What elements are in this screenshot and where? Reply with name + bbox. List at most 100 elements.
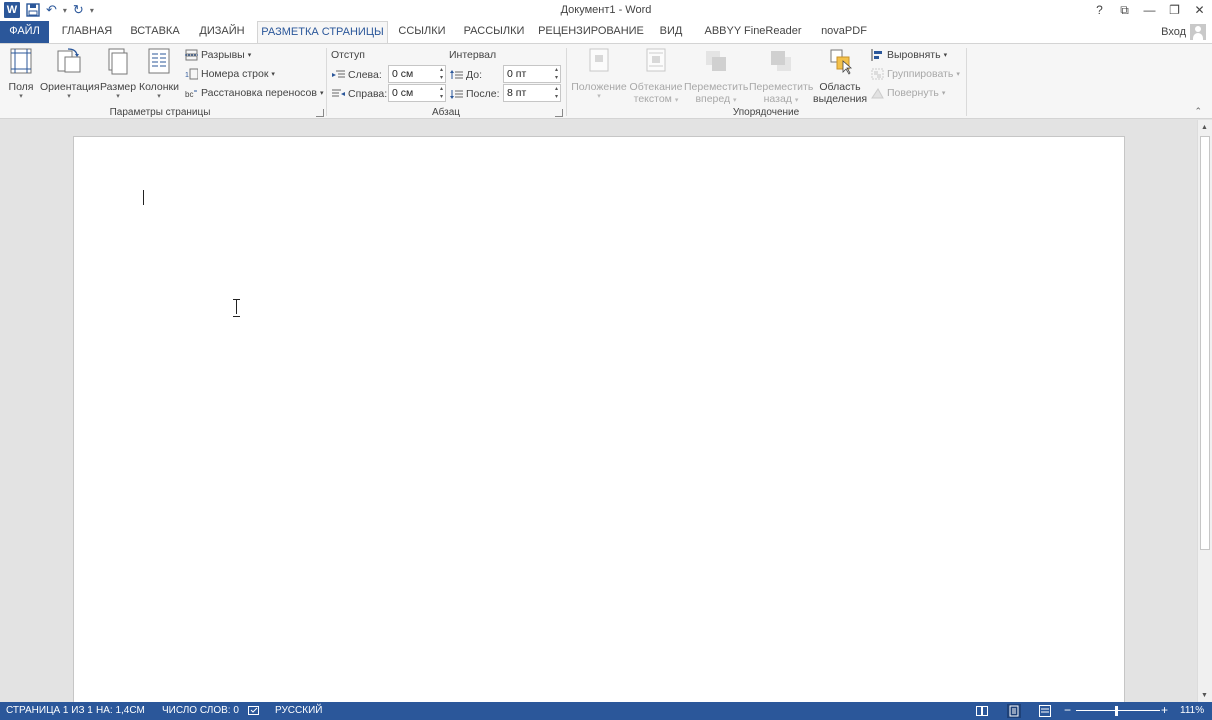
ibeam-cursor-icon xyxy=(232,299,242,317)
sign-in[interactable]: Вход xyxy=(1161,21,1206,43)
tab-insert[interactable]: ВСТАВКА xyxy=(125,21,185,43)
rotate-button[interactable]: Повернуть ▾ xyxy=(871,85,945,101)
tab-references[interactable]: ССЫЛКИ xyxy=(394,21,450,43)
line-numbers-label: Номера строк xyxy=(201,68,269,80)
indent-left-input[interactable]: 0 см ▴ ▾ xyxy=(388,65,446,83)
rotate-label: Повернуть xyxy=(887,87,939,99)
indent-right-value: 0 см xyxy=(392,87,414,99)
send-backward-label-1: Переместить xyxy=(749,81,814,93)
spacing-after-input[interactable]: 8 пт ▴ ▾ xyxy=(503,84,561,102)
zoom-in-button[interactable]: + xyxy=(1161,703,1168,717)
spacing-after-label-wrap: После: xyxy=(450,88,500,100)
tab-abbyy[interactable]: ABBYY FineReader 12 xyxy=(698,21,808,58)
ribbon-tabs: ФАЙЛ ГЛАВНАЯ ВСТАВКА ДИЗАЙН РАЗМЕТКА СТР… xyxy=(0,21,1212,58)
scrollbar-thumb[interactable] xyxy=(1200,136,1210,550)
help-button[interactable]: ? xyxy=(1087,0,1112,21)
document-workspace xyxy=(0,120,1197,716)
position-label: Положение xyxy=(571,81,627,93)
tab-file[interactable]: ФАЙЛ xyxy=(0,21,49,43)
send-backward-label-2: назад xyxy=(763,93,792,105)
spacing-before-input[interactable]: 0 пт ▴ ▾ xyxy=(503,65,561,83)
tab-page-layout[interactable]: РАЗМЕТКА СТРАНИЦЫ xyxy=(257,21,388,44)
send-backward-button[interactable]: Переместить назад ▾ xyxy=(749,47,813,105)
print-layout-icon[interactable] xyxy=(1007,704,1021,718)
selection-pane-button[interactable]: Область выделения xyxy=(813,47,867,105)
spinner-arrows-icon[interactable]: ▴ ▾ xyxy=(555,85,558,101)
position-button[interactable]: Положение ▾ xyxy=(570,47,628,101)
orientation-dropdown-icon: ▾ xyxy=(67,93,71,100)
orientation-icon xyxy=(57,48,81,73)
document-page[interactable] xyxy=(73,136,1125,716)
scroll-down-icon[interactable]: ▼ xyxy=(1201,692,1208,699)
svg-text:bc: bc xyxy=(185,90,193,99)
position-dropdown-icon: ▾ xyxy=(597,93,601,100)
page-count-status[interactable]: СТРАНИЦА 1 ИЗ 1 xyxy=(6,705,93,716)
collapse-ribbon-icon[interactable]: ⌃ xyxy=(1194,106,1202,117)
indent-heading: Отступ xyxy=(331,49,365,61)
group-label: Группировать xyxy=(887,68,954,80)
ribbon-display-options-button[interactable]: ⧉ xyxy=(1112,0,1137,21)
orientation-label: Ориентация xyxy=(40,81,100,93)
sign-in-label[interactable]: Вход xyxy=(1161,26,1186,38)
spinner-arrows-icon[interactable]: ▴ ▾ xyxy=(440,66,443,82)
zoom-slider[interactable] xyxy=(1076,710,1160,711)
tab-review[interactable]: РЕЦЕНЗИРОВАНИЕ xyxy=(537,21,645,43)
word-count-status[interactable]: ЧИСЛО СЛОВ: 0 xyxy=(162,705,239,716)
language-status[interactable]: РУССКИЙ xyxy=(275,705,322,716)
indent-right-label-wrap: Справа: xyxy=(332,88,387,100)
columns-button[interactable]: Колонки ▾ xyxy=(138,47,180,101)
align-button[interactable]: Выровнять ▾ xyxy=(871,47,947,63)
read-mode-icon[interactable] xyxy=(976,705,988,717)
page-setup-dialog-launcher-icon[interactable] xyxy=(316,109,324,117)
columns-dropdown-icon: ▾ xyxy=(157,93,161,100)
align-label: Выровнять xyxy=(887,49,941,61)
close-button[interactable]: ✕ xyxy=(1187,0,1212,21)
line-numbers-button[interactable]: 1 Номера строк ▾ xyxy=(185,66,275,82)
avatar[interactable] xyxy=(1190,24,1206,40)
orientation-button[interactable]: Ориентация ▾ xyxy=(40,47,100,101)
document-title: Документ1 - Word xyxy=(560,4,652,16)
group-divider xyxy=(326,48,327,116)
columns-label: Колонки xyxy=(138,81,180,93)
wrap-text-button[interactable]: Обтекание текстом ▾ xyxy=(629,47,683,105)
breaks-dropdown-icon: ▾ xyxy=(247,52,252,59)
tab-mailings[interactable]: РАССЫЛКИ xyxy=(458,21,530,43)
indent-left-value: 0 см xyxy=(392,68,414,80)
cursor-position-status[interactable]: НА: 1,4СМ xyxy=(96,705,145,716)
tab-home[interactable]: ГЛАВНАЯ xyxy=(56,21,118,43)
maximize-button[interactable]: ❐ xyxy=(1162,0,1187,21)
breaks-button[interactable]: Разрывы ▾ xyxy=(185,47,251,63)
align-dropdown-icon: ▾ xyxy=(943,52,948,59)
spinner-arrows-icon[interactable]: ▴ ▾ xyxy=(555,66,558,82)
proofing-icon[interactable] xyxy=(248,706,261,717)
title-bar: W ↶ ▾ ↻ ▾ Документ1 - Word ? ⧉ — ❐ ✕ xyxy=(0,0,1212,21)
zoom-level[interactable]: 111% xyxy=(1180,705,1204,716)
size-button[interactable]: Размер ▾ xyxy=(100,47,136,101)
zoom-slider-thumb[interactable] xyxy=(1115,706,1118,716)
bring-forward-button[interactable]: Переместить вперед ▾ xyxy=(684,47,748,105)
paragraph-group-label: Абзац xyxy=(431,107,461,118)
tab-view[interactable]: ВИД xyxy=(651,21,691,43)
rotate-icon xyxy=(871,88,884,99)
spinner-arrows-icon[interactable]: ▴ ▾ xyxy=(440,85,443,101)
spacing-after-value: 8 пт xyxy=(507,87,527,99)
bring-forward-label-2: вперед xyxy=(695,93,731,105)
group-button[interactable]: Группировать ▾ xyxy=(871,66,960,82)
zoom-out-button[interactable]: − xyxy=(1064,703,1071,717)
rotate-dropdown-icon: ▾ xyxy=(941,90,946,97)
paragraph-dialog-launcher-icon[interactable] xyxy=(555,109,563,117)
margins-icon xyxy=(10,48,32,74)
tab-novapdf[interactable]: novaPDF xyxy=(815,21,873,43)
hyphenation-button[interactable]: bc Расстановка переносов ▾ xyxy=(185,85,323,101)
tab-design[interactable]: ДИЗАЙН xyxy=(192,21,252,43)
wrap-text-label-2: текстом xyxy=(633,93,672,105)
margins-dropdown-icon: ▾ xyxy=(19,93,23,100)
vertical-scrollbar[interactable]: ▲ ▼ xyxy=(1197,120,1212,702)
web-layout-icon[interactable] xyxy=(1039,705,1051,717)
minimize-button[interactable]: — xyxy=(1137,0,1162,21)
page-setup-group-label: Параметры страницы xyxy=(109,107,211,118)
margins-button[interactable]: Поля ▾ xyxy=(4,47,38,101)
scroll-up-icon[interactable]: ▲ xyxy=(1201,124,1208,131)
indent-right-input[interactable]: 0 см ▴ ▾ xyxy=(388,84,446,102)
columns-icon xyxy=(148,48,170,74)
